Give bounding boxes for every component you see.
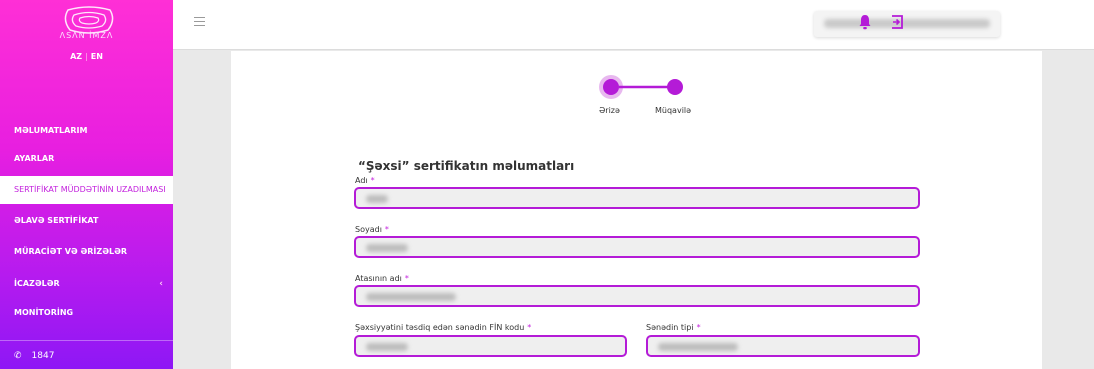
lang-separator: | — [85, 52, 88, 61]
field-label-ad: Adı * — [355, 176, 375, 185]
sidebar-item-monitoring[interactable]: MONİTORİNG — [0, 299, 173, 327]
sidebar-item-label: AYARLAR — [14, 154, 55, 163]
language-switcher: AZ | EN — [0, 52, 173, 61]
sidebar-item-icazeler[interactable]: İCAZƏLƏR ‹ — [0, 270, 173, 298]
sidebar-item-label: SERTİFİKAT MÜDDƏTİNİN UZADILMASI — [14, 185, 166, 194]
phone-icon: ✆ — [14, 351, 22, 361]
hamburger-icon[interactable] — [194, 17, 205, 27]
lang-az[interactable]: AZ — [70, 52, 82, 61]
redacted-value — [366, 343, 408, 351]
chevron-left-icon: ‹ — [159, 279, 163, 289]
required-mark: * — [696, 323, 701, 332]
fin-code-field[interactable] — [354, 335, 627, 357]
sidebar-item-label: MÜRACİƏT VƏ ƏRİZƏLƏR — [14, 247, 128, 256]
sidebar-item-ayarlar[interactable]: AYARLAR — [0, 145, 173, 173]
sidebar-item-elave-sertifikat[interactable]: ƏLAVƏ SERTİFİKAT — [0, 207, 173, 235]
sidebar-item-label: ƏLAVƏ SERTİFİKAT — [14, 216, 99, 225]
redacted-user-name — [824, 19, 990, 28]
sidebar-item-melumatlarim[interactable]: MƏLUMATLARIM — [0, 117, 173, 145]
required-mark: * — [527, 323, 532, 332]
sidebar-item-sertifikat-muddeti[interactable]: SERTİFİKAT MÜDDƏTİNİN UZADILMASI — [0, 176, 173, 204]
field-label-soyad: Soyadı * — [355, 225, 389, 234]
progress-stepper — [599, 75, 683, 99]
step-erize-label: Ərizə — [599, 106, 620, 115]
hotline[interactable]: ✆ 1847 — [0, 340, 173, 361]
sidebar-item-label: MONİTORİNG — [14, 308, 74, 317]
required-mark: * — [370, 176, 375, 185]
sidebar-item-label: MƏLUMATLARIM — [14, 126, 88, 135]
required-mark: * — [404, 274, 409, 283]
user-info[interactable] — [814, 11, 1000, 37]
top-bar — [173, 0, 1094, 50]
sidebar: ΛSΛN İMZΛ AZ | EN MƏLUMATLARIM AYARLAR SER… — [0, 0, 173, 369]
patronymic-field[interactable] — [354, 285, 920, 307]
logout-icon[interactable] — [889, 14, 905, 30]
field-label-fin: Şəxsiyyətini təsdiq edən sənədin FİN kod… — [355, 323, 532, 332]
logo-text: ΛSΛN İMZΛ — [59, 31, 114, 40]
form-title: “Şəxsi” sertifikatın məlumatları — [358, 159, 575, 173]
redacted-value — [658, 343, 738, 351]
document-type-select[interactable] — [646, 335, 920, 357]
hotline-number: 1847 — [31, 351, 55, 361]
lang-en[interactable]: EN — [91, 52, 103, 61]
step-muqavile-label: Müqavilə — [655, 106, 692, 115]
field-label-senedin-tipi: Sənədin tipi * — [646, 323, 701, 332]
redacted-value — [366, 293, 456, 301]
sidebar-item-label: İCAZƏLƏR — [14, 279, 60, 288]
last-name-field[interactable] — [354, 236, 920, 258]
field-label-ata-adi: Atasının adı * — [355, 274, 409, 283]
first-name-field[interactable] — [354, 187, 920, 209]
redacted-value — [366, 195, 388, 203]
bell-icon[interactable] — [858, 14, 872, 30]
sidebar-item-muraciet[interactable]: MÜRACİƏT VƏ ƏRİZƏLƏR — [0, 238, 173, 266]
redacted-value — [366, 244, 408, 252]
required-mark: * — [384, 225, 389, 234]
